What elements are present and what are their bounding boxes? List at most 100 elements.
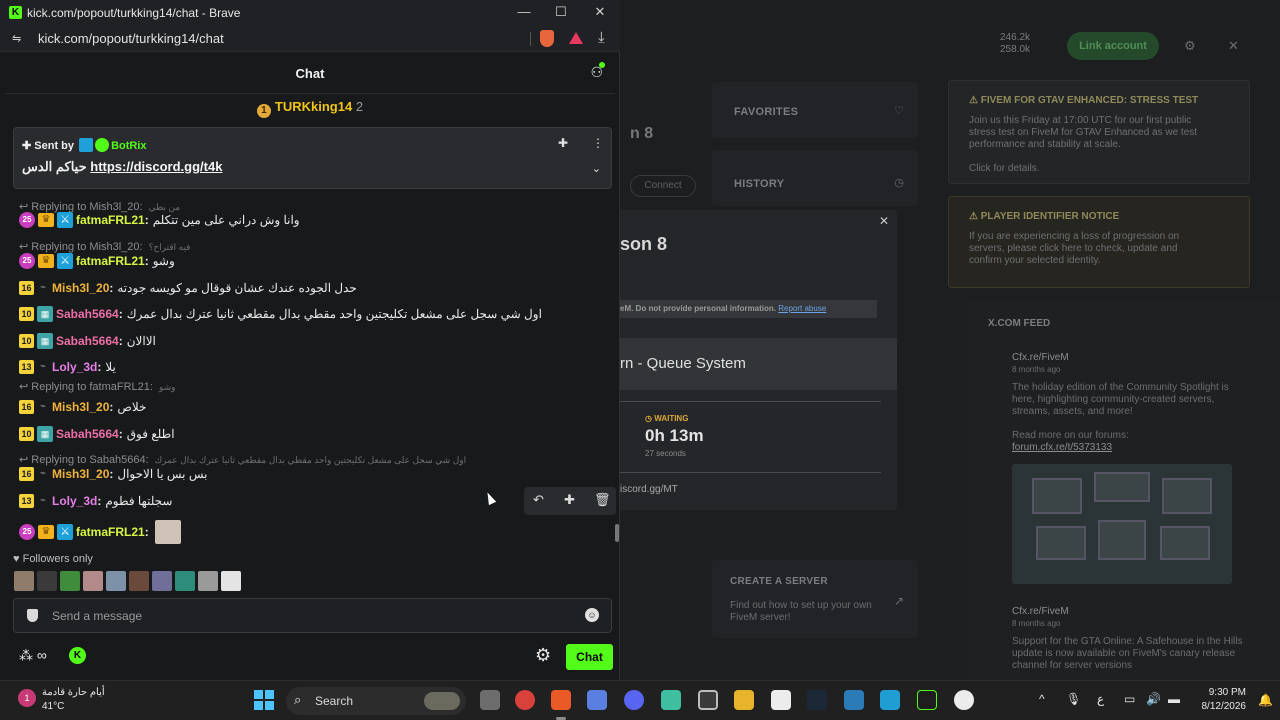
modal-close-icon[interactable]: ✕ — [879, 214, 889, 228]
message-username[interactable]: Mish3l_20 — [52, 281, 109, 295]
copilot-icon[interactable] — [587, 690, 607, 710]
message-username[interactable]: Mish3l_20 — [52, 467, 109, 481]
discord-icon[interactable] — [624, 690, 644, 710]
emote-icon[interactable] — [175, 571, 195, 591]
network-icon[interactable]: ▭ — [1124, 692, 1135, 706]
obs-studio-icon[interactable] — [661, 690, 681, 710]
chat-message[interactable]: 13 ⌁ Loly_3d: يلا — [19, 359, 609, 381]
create-server-panel[interactable]: CREATE A SERVER Find out how to set up y… — [712, 560, 918, 638]
emote-icon[interactable] — [37, 571, 57, 591]
send-chat-button[interactable]: Chat — [566, 644, 613, 670]
emote-icon[interactable] — [83, 571, 103, 591]
microphone-icon[interactable]: 🎙 — [1066, 692, 1081, 706]
chat-message[interactable]: 13 ⌁ Loly_3d: سجلتها فطوم — [19, 493, 609, 515]
message-username[interactable]: Loly_3d — [52, 494, 97, 508]
kick-app-icon[interactable] — [917, 690, 937, 710]
close-icon[interactable]: ✕ — [1228, 38, 1239, 54]
connect-button[interactable]: Connect — [630, 175, 696, 197]
message-placeholder[interactable]: Send a message — [52, 609, 142, 623]
chat-message[interactable]: 25 ♛ ⚔ fatmaFRL21: وانا وش دراني على مين تتك… — [19, 212, 609, 234]
emote-icon[interactable] — [198, 571, 218, 591]
start-button[interactable] — [254, 690, 274, 710]
link-account-button[interactable]: Link account — [1067, 32, 1159, 60]
system-clock[interactable]: 9:30 PM 8/12/2026 — [1196, 686, 1247, 714]
chat-message[interactable]: 10 ▦ Sabah5664: الاالان — [19, 333, 609, 355]
chat-message[interactable]: 16 ⌁ Mish3l_20: خلاص — [19, 399, 609, 421]
brave-shield-icon[interactable] — [540, 30, 554, 47]
chat-message[interactable]: 10 ▦ Sabah5664: اول شي سجل على مشعل تكليجتي… — [19, 306, 609, 328]
message-input[interactable]: Send a message ☺ — [13, 598, 612, 633]
emote-icon[interactable] — [221, 571, 241, 591]
taskbar-search[interactable]: ⌕ Search — [286, 687, 466, 715]
task-view-icon[interactable] — [480, 690, 500, 710]
emoji-icon[interactable]: ☺ — [585, 608, 599, 622]
pinned-bot-name[interactable]: BotRix — [111, 140, 146, 152]
hex-app-icon[interactable] — [698, 690, 718, 710]
emote-icon[interactable] — [60, 571, 80, 591]
media-player-icon[interactable] — [954, 690, 974, 710]
message-username[interactable]: Mish3l_20 — [52, 400, 109, 414]
chat-message[interactable]: 25 ♛ ⚔ fatmaFRL21: وشو — [19, 253, 609, 275]
reply-reference[interactable]: ↩ Replying to Mish3l_20: فيه اقتراح؟ — [19, 240, 609, 253]
identifier-notice[interactable]: ⚠ PLAYER IDENTIFIER NOTICE If you are ex… — [948, 196, 1250, 288]
chat-message[interactable]: 10 ▦ Sabah5664: اطلع فوق — [19, 426, 609, 448]
brave-rewards-icon[interactable] — [569, 32, 583, 44]
battery-icon[interactable]: ▬ — [1168, 692, 1180, 706]
file-explorer-icon[interactable] — [734, 690, 754, 710]
title-bar[interactable]: K kick.com/popout/turkking14/chat - Brav… — [0, 0, 620, 26]
notification-bell-icon[interactable]: 🔔 — [1258, 693, 1273, 707]
pin-icon[interactable]: ✚ — [564, 492, 575, 508]
brave-icon[interactable] — [551, 690, 571, 710]
maximize-button[interactable]: ☐ — [548, 4, 574, 20]
reply-reference[interactable]: ↩ Replying to Sabah5664: اول شي سجل على م… — [19, 453, 609, 466]
feed-item[interactable]: Cfx.re/FiveM 8 months ago The holiday ed… — [1012, 352, 1244, 454]
message-username[interactable]: Sabah5664 — [56, 334, 119, 348]
reply-icon[interactable]: ↶ — [533, 492, 544, 508]
minimize-button[interactable]: — — [511, 4, 537, 19]
download-icon[interactable]: ⤓ — [598, 29, 605, 46]
feed-item[interactable]: Cfx.re/FiveM 8 months ago Support for th… — [1012, 606, 1244, 672]
emote-icon[interactable] — [129, 571, 149, 591]
steam-icon[interactable] — [807, 690, 827, 710]
close-window-button[interactable]: ✕ — [587, 4, 613, 20]
input-language[interactable]: ع — [1097, 692, 1104, 706]
discord-link[interactable]: iscord.gg/MT — [620, 484, 678, 495]
url-text[interactable]: kick.com/popout/turkking14/chat — [38, 31, 224, 46]
history-panel[interactable]: HISTORY ◷ — [712, 150, 918, 206]
arduino-icon[interactable] — [880, 690, 900, 710]
reply-reference[interactable]: ↩ Replying to fatmaFRL21: وشو — [19, 380, 609, 393]
message-username[interactable]: fatmaFRL21 — [76, 525, 145, 539]
emote-icon[interactable] — [152, 571, 172, 591]
stress-test-notice[interactable]: ⚠ FIVEM FOR GTAV ENHANCED: STRESS TEST J… — [948, 80, 1250, 184]
unpin-icon[interactable]: ✚ — [558, 136, 568, 150]
chrome-icon[interactable] — [515, 690, 535, 710]
chevron-down-icon[interactable]: ⌄ — [592, 162, 601, 175]
chevron-up-icon[interactable]: ^ — [1039, 692, 1045, 706]
pinned-discord-link[interactable]: https://discord.gg/t4k — [90, 159, 222, 174]
arc-icon[interactable] — [771, 690, 791, 710]
kick-coin-icon[interactable]: K — [69, 647, 86, 664]
stress-test-link[interactable]: Click for details. — [969, 163, 1040, 174]
message-username[interactable]: Loly_3d — [52, 360, 97, 374]
emote-icon[interactable] — [106, 571, 126, 591]
favorites-panel[interactable]: FAVORITES ♡ — [712, 82, 918, 138]
message-username[interactable]: fatmaFRL21 — [76, 254, 145, 268]
pinned-menu-icon[interactable]: ⋮ — [592, 136, 604, 150]
report-abuse-link[interactable]: Report abuse — [778, 304, 826, 313]
photos-icon[interactable] — [844, 690, 864, 710]
address-bar[interactable]: ⇋ kick.com/popout/turkking14/chat ⤓ — [0, 26, 620, 52]
chat-settings-gear-icon[interactable]: ⚙ — [535, 645, 551, 666]
site-settings-icon[interactable]: ⇋ — [12, 32, 21, 45]
message-username[interactable]: Sabah5664 — [56, 307, 119, 321]
pinned-message[interactable]: ✚ Sent by BotRix حياكم الدس https://disc… — [13, 127, 612, 189]
delete-icon[interactable]: 🗑 — [594, 492, 611, 508]
settings-gear-icon[interactable]: ⚙ — [1184, 38, 1196, 54]
chat-message[interactable]: 16 ⌁ Mish3l_20: حدل الجوده عندك عشان قوقال … — [19, 280, 609, 302]
channel-points-icon[interactable]: ⁂ ∞ — [19, 647, 47, 664]
forum-link[interactable]: forum.cfx.re/t/5373133 — [1012, 442, 1244, 454]
scrollbar-thumb[interactable] — [615, 524, 619, 542]
chat-message[interactable]: 25 ♛ ⚔ fatmaFRL21: — [19, 520, 609, 544]
message-username[interactable]: Sabah5664 — [56, 427, 119, 441]
message-username[interactable]: fatmaFRL21 — [76, 213, 145, 227]
emote-icon[interactable] — [14, 571, 34, 591]
